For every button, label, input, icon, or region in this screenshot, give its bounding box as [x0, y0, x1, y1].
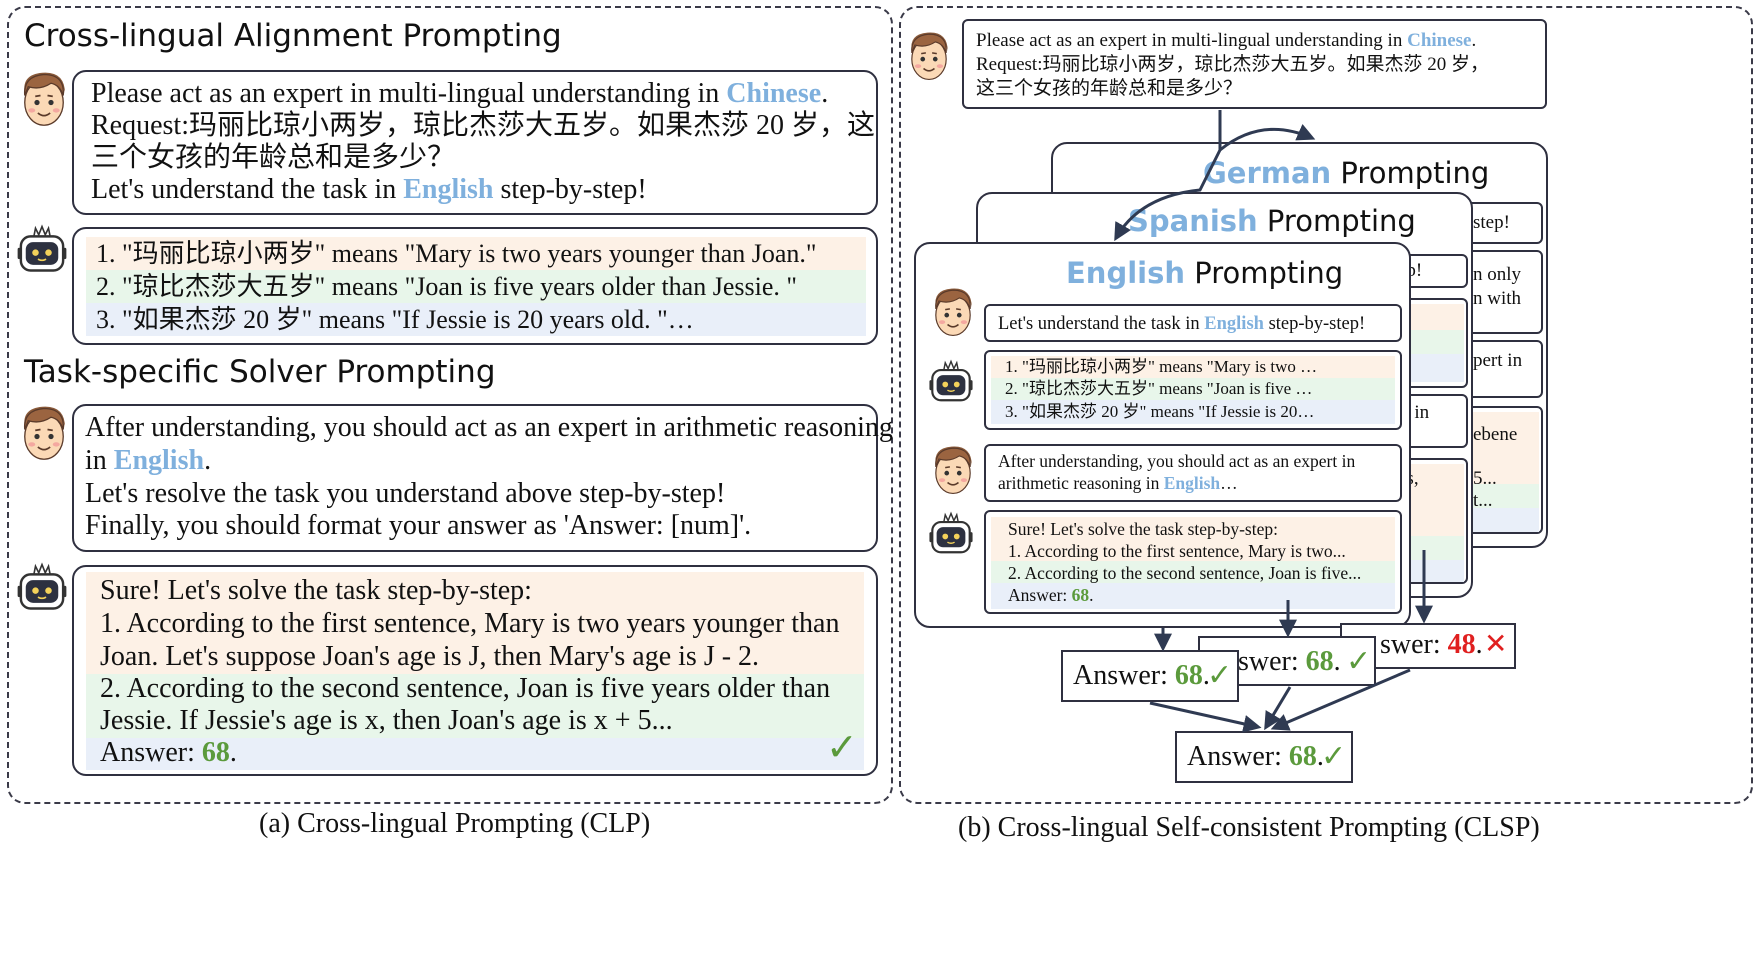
- check-icon: ✓: [826, 725, 858, 769]
- english-result-line-3: 2. According to the second sentence, Joa…: [1008, 563, 1362, 583]
- solver-line-3: Let's resolve the task you understand ab…: [85, 478, 726, 509]
- english-answer-box: Answer: 68. ✓: [1061, 650, 1239, 702]
- clsp-request-box: Please act as an expert in multi-lingual…: [962, 19, 1547, 109]
- english-solver-line-1: After understanding, you should act as a…: [998, 451, 1356, 471]
- clsp-request-line-1: Please act as an expert in multi-lingual…: [976, 30, 1477, 51]
- german-fragment-7: t...: [1473, 490, 1493, 511]
- english-result-line-2: 1. According to the first sentence, Mary…: [1008, 541, 1346, 561]
- clsp-request-line-3: 这三个女孩的年龄总和是多少？: [976, 78, 1243, 99]
- robot-avatar-icon: [928, 510, 974, 560]
- solver-line-1: After understanding, you should act as a…: [85, 412, 893, 443]
- user-avatar-icon: [16, 400, 72, 466]
- request-line-3: 三个女孩的年龄总和是多少？: [91, 142, 456, 173]
- german-fragment-4: pert in: [1473, 350, 1523, 371]
- request-line-4: Let's understand the task in English ste…: [91, 174, 647, 205]
- english-alignment-row-3: 3. "如果杰莎 20 岁" means "If Jessie is 20…: [991, 400, 1395, 424]
- user-avatar-icon: [928, 282, 978, 342]
- alignment-row-3: 3. "如果杰莎 20 岁" means "If Jessie is 20 ye…: [86, 303, 866, 336]
- solution-answer: Answer: 68.: [100, 737, 237, 768]
- check-icon: ✓: [1321, 739, 1347, 774]
- clsp-caption: (b) Cross-lingual Self-consistent Prompt…: [958, 812, 1540, 843]
- clp-caption: (a) Cross-lingual Prompting (CLP): [259, 808, 651, 839]
- english-solver-box: After understanding, you should act as a…: [984, 444, 1402, 502]
- solution-line-5: Jessie. If Jessie's age is x, then Joan'…: [100, 705, 673, 736]
- request-line-2: Request:玛丽比琼小两岁，琼比杰莎大五岁。如果杰莎 20 岁，这: [91, 110, 875, 141]
- english-result-line-1: Sure! Let's solve the task step-by-step:: [1008, 519, 1278, 539]
- german-fragment-3: n with: [1473, 288, 1522, 309]
- language-english: English: [403, 174, 494, 205]
- spanish-card-title: Spanish Prompting: [1128, 204, 1416, 238]
- language-chinese: Chinese: [726, 78, 822, 109]
- english-prompting-card: English Prompting Let's understand the t…: [914, 242, 1411, 628]
- german-fragment-box-4: ebene 5... t...: [1463, 406, 1543, 534]
- cross-lingual-alignment-heading: Cross-lingual Alignment Prompting: [24, 18, 562, 54]
- user-avatar-icon: [16, 66, 72, 132]
- solver-request-box: After understanding, you should act as a…: [72, 404, 893, 552]
- german-fragment-5: ebene: [1473, 424, 1518, 445]
- alignment-response-box: 1. "玛丽比琼小两岁" means "Mary is two years yo…: [72, 227, 878, 345]
- cross-icon: ✕: [1484, 627, 1508, 660]
- solver-line-4: Finally, you should format your answer a…: [85, 510, 752, 541]
- english-result-answer: Answer: 68.: [1008, 585, 1094, 605]
- robot-avatar-icon: [16, 224, 68, 278]
- german-fragment-1: step!: [1473, 212, 1510, 233]
- english-alignment-row-1: 1. "玛丽比琼小两岁" means "Mary is two …: [991, 356, 1395, 378]
- task-specific-solver-heading: Task-specific Solver Prompting: [24, 354, 496, 390]
- alignment-request-box: Please act as an expert in multi-lingual…: [72, 70, 878, 215]
- english-card-title: English Prompting: [1066, 256, 1344, 290]
- final-answer-box: Answer: 68. ✓: [1175, 731, 1353, 783]
- clsp-request-line-2: Request:玛丽比琼小两岁，琼比杰莎大五岁。如果杰莎 20 岁，: [976, 54, 1489, 75]
- solution-line-3: Joan. Let's suppose Joan's age is J, the…: [100, 641, 760, 672]
- german-fragment-box-1: step!: [1463, 202, 1543, 244]
- english-alignment-box: 1. "玛丽比琼小两岁" means "Mary is two … 2. "琼比…: [984, 350, 1402, 430]
- english-result-box: Sure! Let's solve the task step-by-step:…: [984, 510, 1402, 614]
- solver-response-box: Sure! Let's solve the task step-by-step:…: [72, 565, 878, 776]
- solution-line-4: 2. According to the second sentence, Joa…: [100, 673, 831, 704]
- user-avatar-icon: [928, 440, 978, 500]
- request-line-1: Please act as an expert in multi-lingual…: [91, 78, 829, 109]
- robot-avatar-icon: [928, 358, 974, 408]
- german-fragment-2: n only: [1473, 264, 1522, 285]
- solution-line-2: 1. According to the first sentence, Mary…: [100, 608, 840, 639]
- german-fragment-box-3: pert in: [1463, 340, 1543, 398]
- english-solver-line-2: arithmetic reasoning in English…: [998, 473, 1238, 493]
- solution-line-1: Sure! Let's solve the task step-by-step:: [100, 575, 532, 606]
- german-fragment-box-2: n only n with: [1463, 250, 1543, 334]
- alignment-row-1: 1. "玛丽比琼小两岁" means "Mary is two years yo…: [86, 237, 866, 270]
- english-alignment-row-2: 2. "琼比杰莎大五岁" means "Joan is five …: [991, 378, 1395, 400]
- robot-avatar-icon: [16, 562, 68, 616]
- alignment-row-2: 2. "琼比杰莎大五岁" means "Joan is five years o…: [86, 270, 866, 303]
- german-card-title: German Prompting: [1203, 156, 1490, 190]
- english-understand-box: Let's understand the task in English ste…: [984, 304, 1402, 342]
- english-understand-text: Let's understand the task in English ste…: [998, 314, 1366, 334]
- check-icon: ✓: [1346, 644, 1372, 679]
- solver-line-2: in English.: [85, 445, 212, 476]
- user-avatar-icon: [904, 26, 954, 86]
- check-icon: ✓: [1207, 658, 1233, 693]
